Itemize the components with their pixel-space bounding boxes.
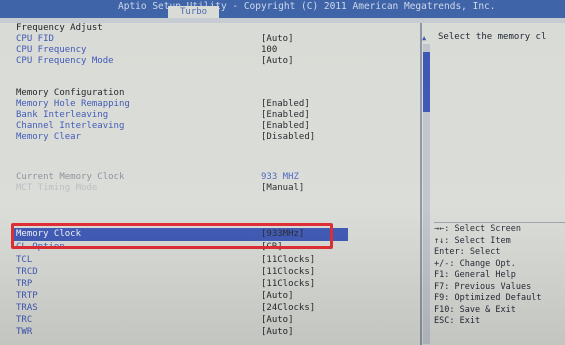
key-hint: F10: Save & Exit — [434, 304, 516, 315]
key-hint: F7: Previous Values — [434, 281, 532, 292]
setting-label: CPU Frequency — [16, 45, 87, 55]
bios-screen: Aptio Setup Utility - Copyright (C) 2011… — [0, 0, 565, 345]
setting-bank-interleaving[interactable]: Bank Interleaving [Enabled] — [16, 110, 414, 121]
setting-label: Memory Clear — [16, 132, 82, 142]
key-hint: →←: Select Screen — [434, 224, 521, 234]
setting-trtp[interactable]: TRTP [Auto] — [16, 291, 414, 302]
setting-label: TRP — [16, 279, 33, 289]
setting-label: CPU FID — [16, 34, 54, 44]
setting-cpu-frequency[interactable]: CPU Frequency 100 — [16, 45, 414, 56]
setting-cpu-frequency-mode[interactable]: CPU Frequency Mode [Auto] — [16, 56, 414, 67]
setting-tcl[interactable]: TCL [11Clocks] — [16, 255, 414, 266]
setting-label: Bank Interleaving — [16, 110, 109, 120]
setting-label: Memory Hole Remapping — [16, 99, 130, 109]
setting-trc[interactable]: TRC [Auto] — [16, 315, 414, 326]
setting-label: TRCD — [16, 267, 38, 277]
setting-value[interactable]: [11Clocks] — [261, 255, 315, 266]
memory-configuration-heading: Memory Configuration — [16, 88, 414, 99]
key-hint: ↑↓: Select Item — [434, 235, 511, 246]
setting-value[interactable]: 100 — [261, 45, 277, 56]
setting-label: CPU Frequency Mode — [16, 56, 114, 66]
key-hint: F9: Optimized Default — [434, 293, 542, 303]
bios-header: Aptio Setup Utility - Copyright (C) 2011… — [0, 0, 565, 18]
setting-value[interactable]: [Auto] — [261, 327, 294, 338]
setting-label: MCT Timing Mode — [16, 183, 98, 193]
setting-mct-timing-mode[interactable]: MCT Timing Mode [Manual] — [16, 183, 414, 194]
settings-panel: Frequency Adjust CPU FID [Auto] CPU Freq… — [0, 23, 422, 345]
setting-value[interactable]: [Auto] — [261, 56, 294, 67]
frequency-adjust-heading: Frequency Adjust — [16, 23, 414, 34]
setting-value[interactable]: [Manual] — [261, 183, 304, 194]
key-legend: →←: Select Screen ↑↓: Select Item Enter:… — [434, 224, 565, 328]
scroll-up-arrow-icon[interactable]: ▲ — [422, 34, 426, 42]
setting-cpu-fid[interactable]: CPU FID [Auto] — [16, 34, 414, 45]
setting-value[interactable]: [Enabled] — [261, 121, 310, 132]
tab-turbo[interactable]: Turbo — [168, 6, 220, 18]
setting-label: TWR — [16, 327, 33, 337]
key-hint: Enter: Select — [434, 247, 501, 257]
help-divider — [434, 222, 565, 223]
setting-label: TRTP — [16, 291, 38, 301]
setting-memory-clear[interactable]: Memory Clear [Disabled] — [16, 132, 414, 143]
setting-label: Channel Interleaving — [16, 121, 125, 131]
red-highlight-annotation — [11, 223, 333, 249]
setting-trcd[interactable]: TRCD [11Clocks] — [16, 267, 414, 278]
help-description: Select the memory cl — [438, 32, 547, 42]
setting-memory-hole-remapping[interactable]: Memory Hole Remapping [Enabled] — [16, 99, 414, 110]
scrollbar-thumb[interactable] — [423, 52, 430, 112]
setting-value[interactable]: [11Clocks] — [261, 267, 315, 278]
setting-twr[interactable]: TWR [Auto] — [16, 327, 414, 338]
setting-value[interactable]: [24Clocks] — [261, 303, 315, 314]
setting-label: Current Memory Clock — [16, 172, 125, 182]
section-heading: Frequency Adjust — [16, 23, 103, 33]
setting-value[interactable]: [11Clocks] — [261, 279, 315, 290]
setting-channel-interleaving[interactable]: Channel Interleaving [Enabled] — [16, 121, 414, 132]
setting-value[interactable]: [Auto] — [261, 315, 294, 326]
key-hint: +/-: Change Opt. — [434, 258, 516, 269]
setting-value[interactable]: [Auto] — [261, 34, 294, 45]
section-heading: Memory Configuration — [16, 88, 125, 98]
setting-trp[interactable]: TRP [11Clocks] — [16, 279, 414, 290]
key-hint: F1: General Help — [434, 270, 516, 280]
setting-value: 933 MHZ — [261, 172, 299, 182]
setting-value[interactable]: [Disabled] — [261, 132, 315, 143]
info-current-memory-clock: Current Memory Clock 933 MHZ — [16, 172, 414, 183]
setting-value[interactable]: [Enabled] — [261, 99, 310, 110]
setting-tras[interactable]: TRAS [24Clocks] — [16, 303, 414, 314]
setting-value[interactable]: [Auto] — [261, 291, 294, 302]
setting-value[interactable]: [Enabled] — [261, 110, 310, 121]
setting-label: TRC — [16, 315, 33, 325]
key-hint: ESC: Exit — [434, 316, 481, 326]
setting-label: TCL — [16, 255, 33, 265]
setting-label: TRAS — [16, 303, 38, 313]
